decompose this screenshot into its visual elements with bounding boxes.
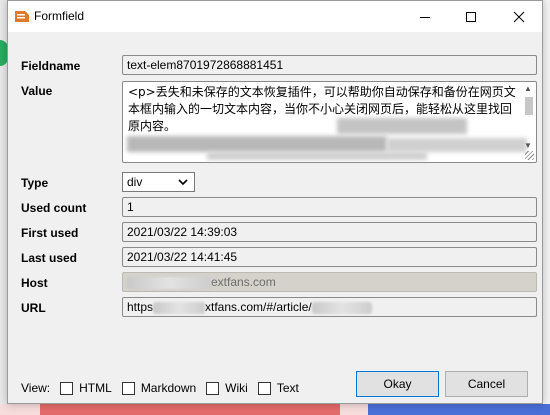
scroll-thumb[interactable] bbox=[525, 97, 533, 115]
value-textarea[interactable]: <p>丢失和未保存的文本恢复插件，可以帮助你自动保存和备份在网页文本框内输入的一… bbox=[122, 81, 537, 163]
window-title: Formfield bbox=[34, 9, 85, 23]
maximize-icon bbox=[466, 11, 476, 22]
text-checkbox-label: Text bbox=[276, 381, 299, 395]
scroll-up-icon[interactable]: ▲ bbox=[524, 84, 532, 93]
host-label: Host bbox=[21, 276, 48, 290]
fieldname-label: Fieldname bbox=[21, 59, 81, 73]
wiki-checkbox[interactable]: Wiki bbox=[206, 381, 248, 395]
redacted-text-mosaic bbox=[127, 118, 527, 162]
okay-button[interactable]: Okay bbox=[356, 371, 439, 397]
markdown-checkbox-label: Markdown bbox=[140, 381, 197, 395]
minimize-icon bbox=[420, 16, 430, 18]
text-checkbox[interactable]: Text bbox=[257, 381, 299, 395]
maximize-button[interactable] bbox=[448, 1, 494, 32]
value-label: Value bbox=[21, 84, 53, 98]
checkbox-box[interactable] bbox=[206, 381, 220, 395]
cancel-button[interactable]: Cancel bbox=[445, 371, 528, 397]
fieldname-field[interactable]: text-elem8701972868881451 bbox=[122, 55, 537, 75]
first-used-field[interactable]: 2021/03/22 14:39:03 bbox=[122, 222, 537, 242]
type-select[interactable]: div bbox=[122, 172, 195, 192]
markdown-checkbox[interactable]: Markdown bbox=[121, 381, 197, 395]
url-field[interactable]: https xtfans.com/#/article/ bbox=[122, 297, 537, 317]
chevron-down-icon bbox=[178, 179, 188, 186]
used-count-field[interactable]: 1 bbox=[122, 197, 537, 217]
last-used-label: Last used bbox=[21, 251, 78, 265]
formfield-dialog: Formfield Fieldname text-elem87019728688… bbox=[7, 0, 543, 404]
value-scrollbar[interactable]: ▲ ▼ bbox=[522, 83, 535, 153]
background-bottom-strip bbox=[0, 404, 550, 415]
title-bar[interactable]: Formfield bbox=[8, 1, 542, 32]
view-label: View: bbox=[21, 381, 51, 395]
redacted-url-tail bbox=[311, 301, 372, 314]
url-value-prefix: https bbox=[127, 300, 154, 314]
background-blue-block bbox=[368, 404, 550, 415]
host-field: extfans.com bbox=[122, 272, 537, 292]
redacted-host bbox=[127, 276, 211, 289]
type-select-value: div bbox=[127, 175, 143, 189]
checkbox-box[interactable] bbox=[257, 381, 271, 395]
html-checkbox[interactable]: HTML bbox=[60, 381, 112, 395]
url-label: URL bbox=[21, 301, 46, 315]
scroll-down-icon[interactable]: ▼ bbox=[524, 141, 532, 150]
redacted-url-part bbox=[153, 301, 206, 314]
resize-grip-icon[interactable] bbox=[525, 151, 534, 160]
close-button[interactable] bbox=[496, 1, 542, 32]
url-value-middle: xtfans.com/#/article/ bbox=[205, 300, 312, 314]
minimize-button[interactable] bbox=[402, 1, 448, 32]
first-used-label: First used bbox=[21, 226, 79, 240]
checkbox-box[interactable] bbox=[121, 381, 135, 395]
wiki-checkbox-label: Wiki bbox=[225, 381, 248, 395]
view-options: View: HTML Markdown Wiki Text bbox=[21, 381, 309, 395]
type-label: Type bbox=[21, 176, 49, 190]
used-count-label: Used count bbox=[21, 201, 87, 215]
checkbox-box[interactable] bbox=[60, 381, 74, 395]
app-icon bbox=[15, 11, 29, 22]
close-icon bbox=[513, 11, 525, 22]
html-checkbox-label: HTML bbox=[79, 381, 112, 395]
background-red-block bbox=[40, 404, 340, 415]
host-value: extfans.com bbox=[211, 275, 276, 289]
last-used-field[interactable]: 2021/03/22 14:41:45 bbox=[122, 247, 537, 267]
